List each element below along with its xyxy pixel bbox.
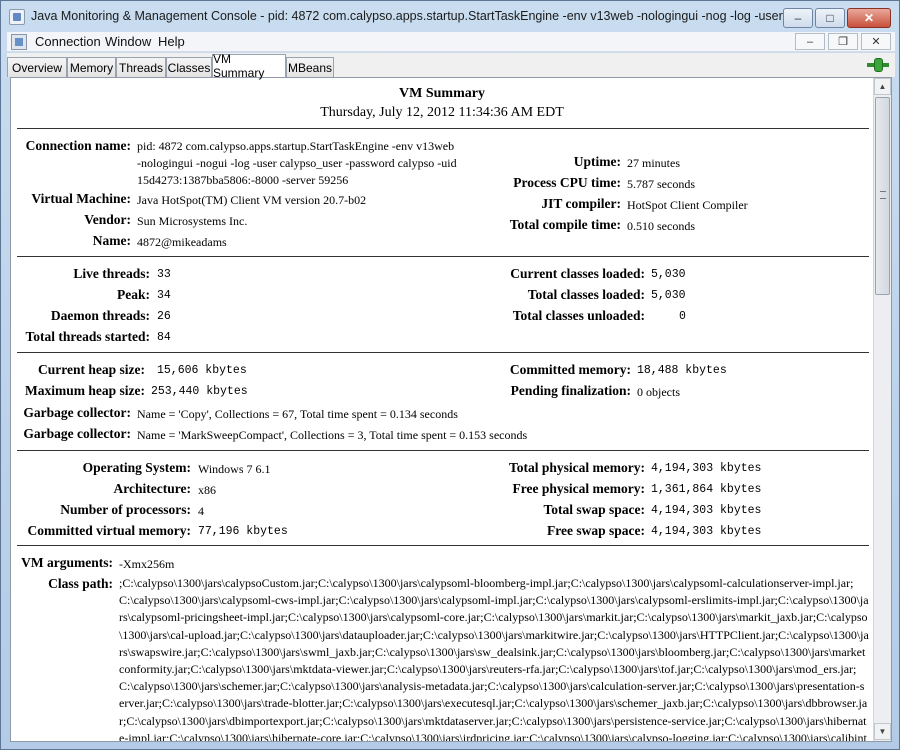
uptime-value: 27 minutes: [627, 156, 680, 170]
total-classes-unloaded-value: 0: [679, 310, 686, 323]
vendor-label: Vendor:: [84, 212, 131, 227]
name-value: 4872@mikeadams: [137, 235, 227, 249]
garbage-collector-label: Garbage collector:: [23, 426, 131, 441]
tab-strip: Overview Memory Threads Classes VM Summa…: [7, 52, 895, 80]
app-window: Java Monitoring & Management Console - p…: [0, 0, 900, 750]
menu-connection[interactable]: Connection: [35, 34, 101, 49]
divider: [17, 450, 869, 451]
uptime-label: Uptime:: [573, 154, 621, 169]
tab-classes[interactable]: Classes: [166, 57, 212, 77]
operating-system-value: Windows 7 6.1: [198, 462, 271, 476]
committed-virtual-memory-value: 77,196 kbytes: [198, 525, 288, 538]
divider: [17, 352, 869, 353]
live-threads-value: 33: [157, 268, 171, 281]
close-button[interactable]: ✕: [847, 8, 891, 28]
live-threads-label: Live threads:: [73, 266, 150, 281]
summary-date: Thursday, July 12, 2012 11:34:36 AM EDT: [320, 105, 564, 120]
scroll-down-icon[interactable]: ▼: [874, 723, 891, 740]
vm-arguments-value: -Xmx256m: [119, 557, 175, 571]
java-console-icon[interactable]: [9, 9, 25, 25]
menu-window[interactable]: Window: [105, 34, 151, 49]
connection-name-value: pid: 4872 com.calypso.apps.startup.Start…: [137, 139, 457, 187]
total-swap-space-value: 4,194,303 kbytes: [651, 504, 762, 517]
name-label: Name:: [92, 233, 131, 248]
tab-mbeans[interactable]: MBeans: [286, 57, 334, 77]
window-title: Java Monitoring & Management Console - p…: [31, 9, 791, 23]
frame-restore-button[interactable]: ❐: [828, 33, 858, 50]
title-bar[interactable]: Java Monitoring & Management Console - p…: [1, 1, 899, 31]
pending-finalization-label: Pending finalization:: [510, 383, 631, 398]
virtual-machine-label: Virtual Machine:: [31, 191, 131, 206]
committed-memory-label: Committed memory:: [509, 362, 631, 377]
internal-frame-icon[interactable]: [11, 34, 27, 50]
vertical-scrollbar[interactable]: ▲ ▼: [873, 78, 891, 741]
divider: [17, 545, 869, 546]
class-path-label: Class path:: [48, 576, 113, 591]
total-compile-time-value: 0.510 seconds: [627, 219, 695, 233]
total-classes-loaded-value: 5,030: [651, 289, 686, 302]
daemon-threads-label: Daemon threads:: [50, 308, 150, 323]
committed-virtual-memory-label: Committed virtual memory:: [27, 523, 191, 538]
number-of-processors-value: 4: [198, 504, 204, 518]
vm-arguments-label: VM arguments:: [21, 555, 113, 570]
summary-title: VM Summary: [399, 86, 485, 101]
total-threads-started-value: 84: [157, 331, 171, 344]
current-classes-loaded-label: Current classes loaded:: [510, 266, 645, 281]
total-physical-memory-label: Total physical memory:: [509, 460, 645, 475]
garbage-collector-label: Garbage collector:: [23, 405, 131, 420]
jit-compiler-label: JIT compiler:: [541, 196, 621, 211]
garbage-collector-copy-value: Name = 'Copy', Collections = 67, Total t…: [137, 407, 458, 421]
operating-system-label: Operating System:: [82, 460, 191, 475]
maximize-button[interactable]: □: [815, 8, 845, 28]
process-cpu-time-label: Process CPU time:: [513, 175, 621, 190]
current-heap-size-label: Current heap size:: [38, 362, 145, 377]
committed-memory-value: 18,488 kbytes: [637, 364, 727, 377]
tab-overview[interactable]: Overview: [7, 57, 67, 77]
architecture-label: Architecture:: [113, 481, 191, 496]
maximum-heap-size-value: 253,440 kbytes: [151, 385, 248, 398]
scrollbar-thumb[interactable]: [875, 97, 890, 295]
total-classes-unloaded-label: Total classes unloaded:: [512, 308, 645, 323]
class-path-value: ;C:\calypso\1300\jars\calypsoCustom.jar;…: [119, 576, 869, 742]
divider: [17, 128, 869, 129]
tab-vm-summary[interactable]: VM Summary: [212, 52, 286, 80]
frame-close-button[interactable]: ✕: [861, 33, 891, 50]
total-compile-time-label: Total compile time:: [509, 217, 621, 232]
garbage-collector-marksweep-value: Name = 'MarkSweepCompact', Collections =…: [137, 428, 528, 442]
peak-value: 34: [157, 289, 171, 302]
tab-memory[interactable]: Memory: [67, 57, 116, 77]
daemon-threads-value: 26: [157, 310, 171, 323]
total-swap-space-label: Total swap space:: [543, 502, 645, 517]
frame-minimize-button[interactable]: –: [795, 33, 825, 50]
vendor-value: Sun Microsystems Inc.: [137, 214, 248, 228]
total-threads-started-label: Total threads started:: [25, 329, 151, 344]
vm-summary-panel: VM Summary Thursday, July 12, 2012 11:34…: [10, 77, 892, 742]
free-swap-space-value: 4,194,303 kbytes: [651, 525, 762, 538]
total-physical-memory-value: 4,194,303 kbytes: [651, 462, 762, 475]
jit-compiler-value: HotSpot Client Compiler: [627, 198, 748, 212]
pending-finalization-value: 0 objects: [637, 385, 680, 399]
scroll-up-icon[interactable]: ▲: [874, 78, 891, 95]
maximum-heap-size-label: Maximum heap size:: [25, 383, 145, 398]
current-heap-size-value: 15,606 kbytes: [157, 364, 247, 377]
total-classes-loaded-label: Total classes loaded:: [527, 287, 645, 302]
free-swap-space-label: Free swap space:: [547, 523, 645, 538]
menu-bar: Connection Window Help – ❐ ✕: [7, 32, 895, 52]
connection-status-icon: [867, 58, 889, 72]
tab-threads[interactable]: Threads: [116, 57, 166, 77]
divider: [17, 256, 869, 257]
number-of-processors-label: Number of processors:: [60, 502, 191, 517]
free-physical-memory-label: Free physical memory:: [512, 481, 645, 496]
menu-help[interactable]: Help: [158, 34, 185, 49]
current-classes-loaded-value: 5,030: [651, 268, 686, 281]
connection-name-label: Connection name:: [25, 138, 131, 153]
architecture-value: x86: [198, 483, 216, 497]
virtual-machine-value: Java HotSpot(TM) Client VM version 20.7-…: [137, 193, 367, 207]
free-physical-memory-value: 1,361,864 kbytes: [651, 483, 762, 496]
minimize-button[interactable]: –: [783, 8, 813, 28]
process-cpu-time-value: 5.787 seconds: [627, 177, 695, 191]
peak-label: Peak:: [117, 287, 150, 302]
